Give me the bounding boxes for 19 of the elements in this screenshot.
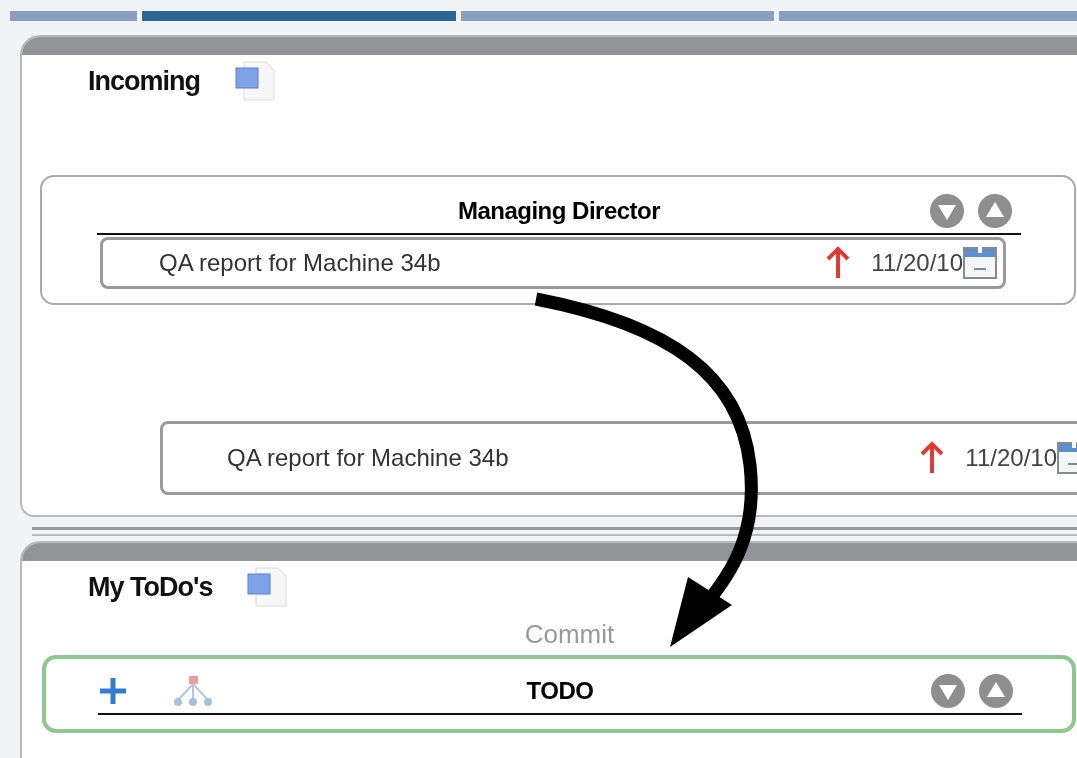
task-title: QA report for Machine 34b: [227, 444, 510, 472]
group-title: Managing Director: [457, 197, 661, 225]
move-down-icon[interactable]: [929, 193, 965, 229]
task-item[interactable]: QA report for Machine 34b 11/20/10: [100, 237, 1006, 289]
move-down-icon[interactable]: [930, 673, 966, 709]
drop-hint: Commit: [524, 619, 615, 651]
group-title: TODO: [526, 677, 594, 705]
task-title: QA report for Machine 34b: [159, 249, 442, 277]
document-icon[interactable]: [234, 60, 278, 102]
splitter[interactable]: [32, 527, 1077, 536]
panel-title: My ToDo's: [88, 571, 213, 603]
task-item[interactable]: QA report for Machine 34b 11/20/10: [160, 421, 1077, 495]
move-up-icon[interactable]: [978, 673, 1014, 709]
plus-icon[interactable]: [98, 676, 128, 706]
calendar-icon[interactable]: [963, 247, 997, 279]
due-date: 11/20/10: [871, 249, 963, 277]
due-date: 11/20/10: [965, 444, 1057, 472]
move-up-icon[interactable]: [977, 193, 1013, 229]
panel-title: Incoming: [88, 65, 200, 97]
